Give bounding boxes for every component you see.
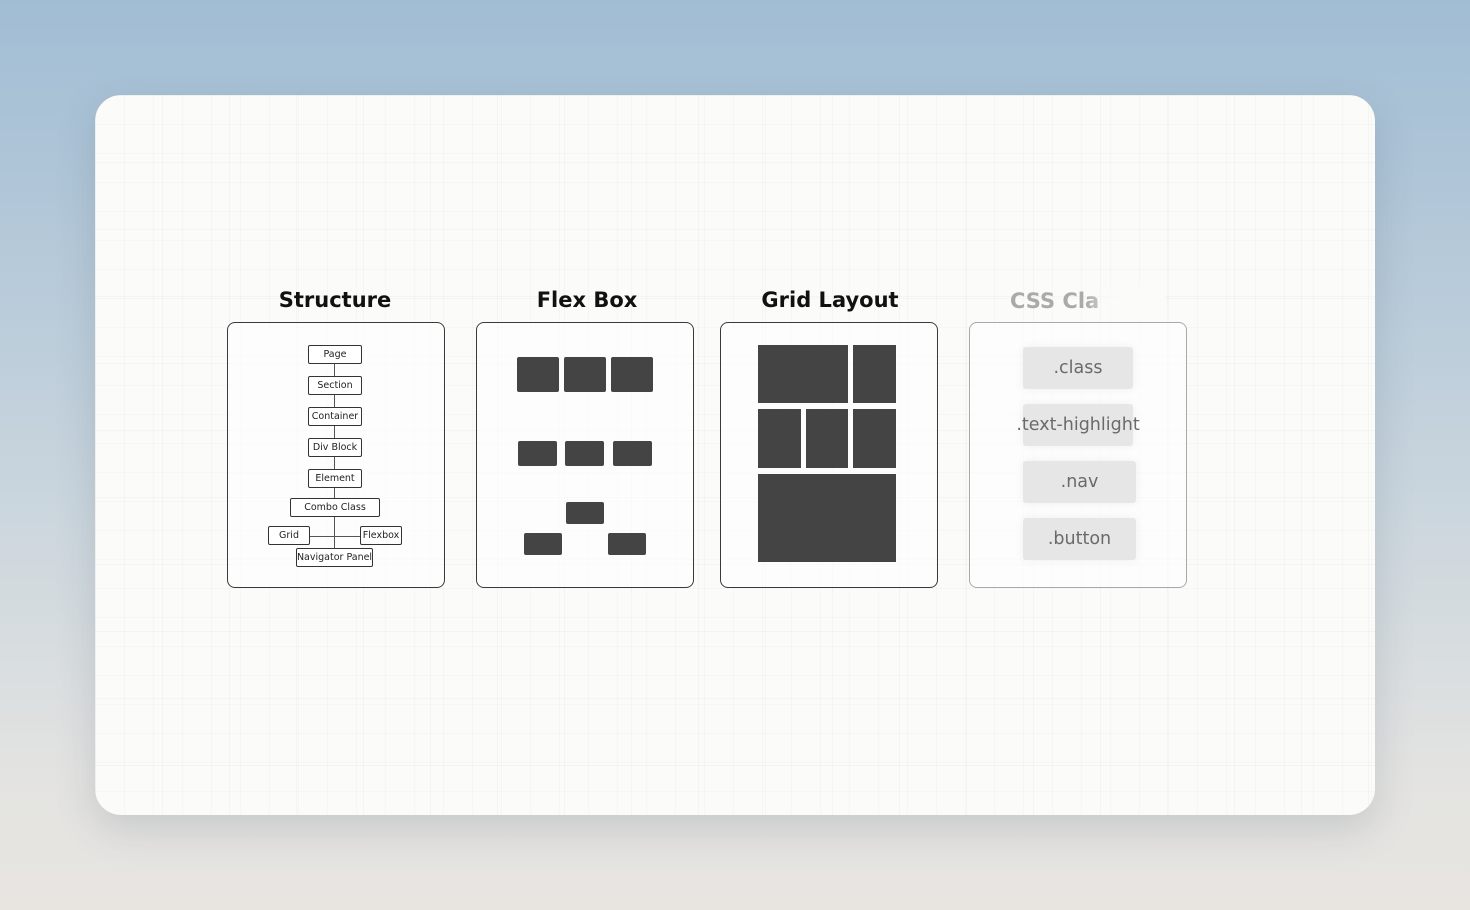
flex-row1-item1 xyxy=(517,357,559,392)
grid-cell-mid-2 xyxy=(806,409,848,468)
grid-cell-bottom-full xyxy=(758,474,896,562)
flexbox-title: Flex Box xyxy=(536,288,638,312)
flex-row3-left-item xyxy=(524,533,562,555)
title-fade-overlay xyxy=(1085,287,1165,321)
css-classes-panel: .class .text-highlight .nav .button xyxy=(969,322,1187,588)
node-section: Section xyxy=(308,376,362,395)
flex-row3-top-item xyxy=(566,502,604,524)
node-combo-class: Combo Class xyxy=(290,498,380,517)
css-text-highlight-chip: .text-highlight xyxy=(1016,404,1140,446)
flex-row2-item1 xyxy=(518,441,557,466)
grid-cell-top-narrow xyxy=(853,345,896,403)
css-class-chip: .class xyxy=(1023,347,1133,389)
structure-panel: Page Section Container Div Block Element… xyxy=(227,322,445,588)
grid-layout-title: Grid Layout xyxy=(761,288,899,312)
flex-row1-item3 xyxy=(611,357,653,392)
grid-cell-mid-3 xyxy=(853,409,896,468)
css-nav-chip: .nav xyxy=(1023,461,1136,503)
flex-row2-item3 xyxy=(613,441,652,466)
flexbox-panel xyxy=(476,322,694,588)
node-container: Container xyxy=(308,407,362,426)
flex-row1-item2 xyxy=(564,357,606,392)
structure-title: Structure xyxy=(278,288,392,312)
flex-row2-item2 xyxy=(565,441,604,466)
node-page: Page xyxy=(308,345,362,364)
node-element: Element xyxy=(308,469,362,488)
node-grid: Grid xyxy=(268,526,310,545)
tree-branch-line xyxy=(310,536,360,537)
node-flexbox: Flexbox xyxy=(360,526,402,545)
grid-cell-top-wide xyxy=(758,345,848,403)
css-button-chip: .button xyxy=(1023,518,1136,560)
node-div-block: Div Block xyxy=(308,438,362,457)
node-navigator-panel: Navigator Panel xyxy=(296,548,373,567)
grid-cell-mid-1 xyxy=(758,409,801,468)
grid-layout-panel xyxy=(720,322,938,588)
slide-card: Structure Flex Box Grid Layout CSS Cla P… xyxy=(95,95,1375,815)
flex-row3-right-item xyxy=(608,533,646,555)
